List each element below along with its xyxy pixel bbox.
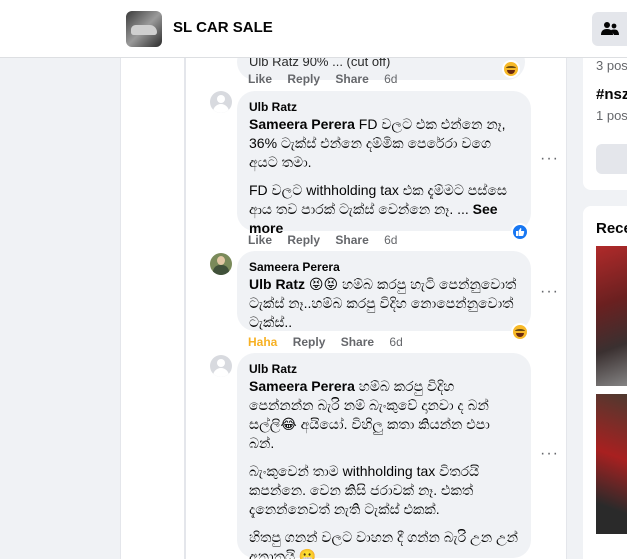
thread-line — [184, 58, 186, 559]
avatar[interactable] — [210, 253, 232, 275]
comment-bubble: Ulb Ratz Sameera Perera FD වලට එක එන්නෙ … — [237, 91, 531, 236]
avatar[interactable] — [210, 91, 232, 113]
trending-topics-card: 3 posts #nszs 1 post — [583, 58, 627, 190]
left-gutter — [0, 58, 118, 559]
group-header: SL CAR SALE — [0, 0, 627, 58]
media-thumbnail[interactable] — [596, 246, 627, 386]
members-button[interactable] — [592, 12, 627, 46]
recent-media-card: Recent media — [583, 206, 627, 559]
post-count: 1 post — [596, 108, 627, 123]
like-button[interactable]: Like — [248, 233, 272, 247]
mention-link[interactable]: Sameera Perera — [249, 116, 355, 132]
group-thumbnail[interactable] — [126, 11, 162, 47]
comment-actions: Like Reply Share 6d — [248, 233, 409, 247]
comment-text: Ulb Ratz 😝😝 හම්බ කරපු හැටි පෙන්නුවොත් ටැ… — [249, 276, 517, 330]
comment-timestamp[interactable]: 6d — [384, 72, 397, 86]
more-options-icon[interactable]: ··· — [540, 446, 559, 462]
comment-actions: Haha Reply Share 6d — [248, 335, 415, 349]
recent-media-title: Recent media — [596, 220, 627, 237]
right-sidebar: 3 posts #nszs 1 post Recent media — [583, 58, 627, 559]
comment-text: Sameera Perera FD වලට එක එන්නෙ නෑ, 36% ට… — [249, 116, 507, 236]
people-icon — [601, 22, 619, 35]
comment-author[interactable]: Ulb Ratz — [249, 361, 519, 377]
hashtag-link[interactable]: #nszs — [596, 86, 627, 103]
comment-text: Sameera Perera හම්බ කරපු විදිහ පෙන්නන්න … — [249, 378, 519, 559]
haha-reaction-icon[interactable] — [511, 323, 529, 341]
haha-reaction-icon[interactable] — [502, 60, 520, 78]
reply-button[interactable]: Reply — [287, 233, 320, 247]
avatar[interactable] — [210, 355, 232, 377]
media-thumbnail[interactable] — [596, 394, 627, 534]
post-count: 3 posts — [596, 58, 627, 73]
comment-timestamp[interactable]: 6d — [389, 335, 402, 349]
comment-timestamp[interactable]: 6d — [384, 233, 397, 247]
comment-author[interactable]: Sameera Perera — [249, 259, 519, 275]
comment-actions: Like Reply Share 6d — [248, 72, 409, 86]
comment-author[interactable]: Ulb Ratz — [249, 99, 519, 115]
comments-section: Ulb Ratz 90% ... (cut off) Like Reply Sh… — [120, 58, 567, 559]
group-title[interactable]: SL CAR SALE — [173, 19, 273, 36]
reply-button[interactable]: Reply — [287, 72, 320, 86]
see-all-button[interactable] — [596, 144, 627, 174]
comment-bubble: Sameera Perera Ulb Ratz 😝😝 හම්බ කරපු හැට… — [237, 251, 531, 331]
like-button[interactable]: Like — [248, 72, 272, 86]
more-options-icon[interactable]: ··· — [540, 284, 559, 300]
more-options-icon[interactable]: ··· — [540, 151, 559, 167]
mention-link[interactable]: Sameera Perera — [249, 378, 355, 394]
share-button[interactable]: Share — [335, 233, 368, 247]
comment-text: Ulb Ratz 90% ... (cut off) — [249, 58, 391, 69]
reply-button[interactable]: Reply — [293, 335, 326, 349]
comment-bubble: Ulb Ratz Sameera Perera හම්බ කරපු විදිහ … — [237, 353, 531, 559]
haha-button[interactable]: Haha — [248, 335, 277, 349]
share-button[interactable]: Share — [341, 335, 374, 349]
share-button[interactable]: Share — [335, 72, 368, 86]
mention-link[interactable]: Ulb Ratz — [249, 276, 305, 292]
like-reaction-icon[interactable] — [511, 223, 529, 241]
